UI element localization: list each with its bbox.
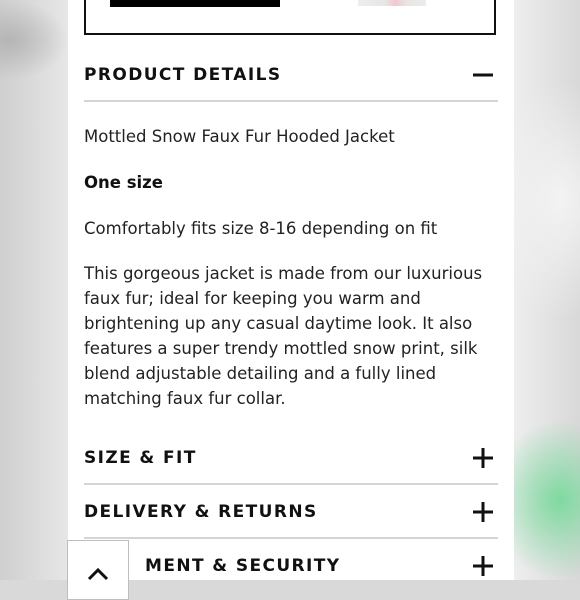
product-thumbnail[interactable] [358,0,426,6]
minus-icon[interactable] [472,64,494,86]
size-fit-header[interactable]: SIZE & FIT [84,433,498,485]
payment-security-header[interactable]: MENT & SECURITY [84,540,498,580]
size-fit-title: SIZE & FIT [84,448,197,468]
product-name: Mottled Snow Faux Fur Hooded Jacket [84,127,395,146]
product-details-header[interactable]: PRODUCT DETAILS [84,50,498,102]
product-description: This gorgeous jacket is made from our lu… [84,264,483,408]
plus-icon[interactable] [472,447,494,469]
product-fit-note: Comfortably fits size 8-16 depending on … [84,219,438,238]
plus-icon[interactable] [472,555,494,577]
back-to-top-button[interactable] [67,540,129,600]
product-size-label: One size [84,173,163,192]
product-image-gallery [84,0,496,35]
delivery-returns-header[interactable]: DELIVERY & RETURNS [84,487,498,539]
product-page: PRODUCT DETAILS Mottled Snow Faux Fur Ho… [68,0,514,580]
product-details-title: PRODUCT DETAILS [84,65,282,85]
plus-icon[interactable] [472,501,494,523]
product-image-black-bar[interactable] [110,0,280,7]
delivery-returns-title: DELIVERY & RETURNS [84,502,318,522]
chevron-up-icon [87,567,109,581]
